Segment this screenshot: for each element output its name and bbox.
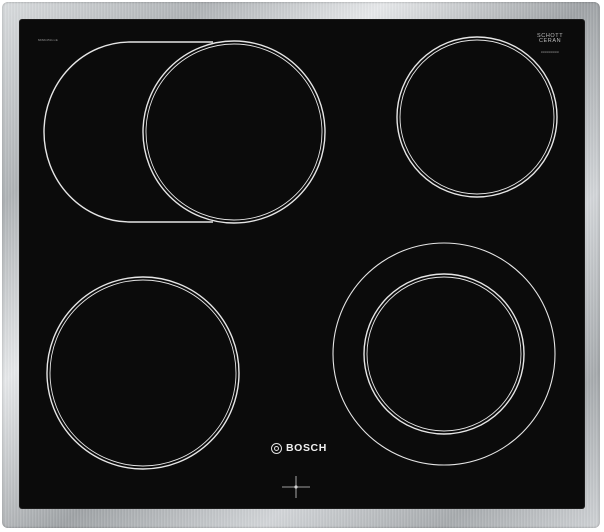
cooking-zone-front-right-inner-a [363, 273, 525, 435]
brand-name: BOSCH [286, 442, 327, 454]
cooking-zone-front-right-outer [332, 242, 556, 466]
cooking-zone-back-left-outer [142, 40, 326, 224]
cooking-zone-front-left-inner [49, 279, 237, 467]
schott-ceran-logo-line-2: CERAN [538, 38, 562, 44]
cooking-zone-back-right-outer [396, 36, 558, 198]
cooking-zone-back-left-extension [43, 41, 213, 223]
brand-logo: BOSCH [271, 441, 327, 455]
serial-number-label: 000000000 [541, 51, 560, 54]
zone-layout-symbol [282, 476, 310, 498]
cooking-zone-back-left-inner [145, 43, 323, 221]
cooking-zone-back-right-inner [399, 39, 555, 195]
model-number-label: NKN6450xxE [38, 39, 59, 42]
schott-ceran-logo: SCHOTT CERAN [537, 33, 563, 44]
cooking-zone-front-left-outer [46, 276, 240, 470]
cooking-zone-front-right-inner-b [366, 276, 522, 432]
brand-emblem-icon [271, 442, 282, 454]
